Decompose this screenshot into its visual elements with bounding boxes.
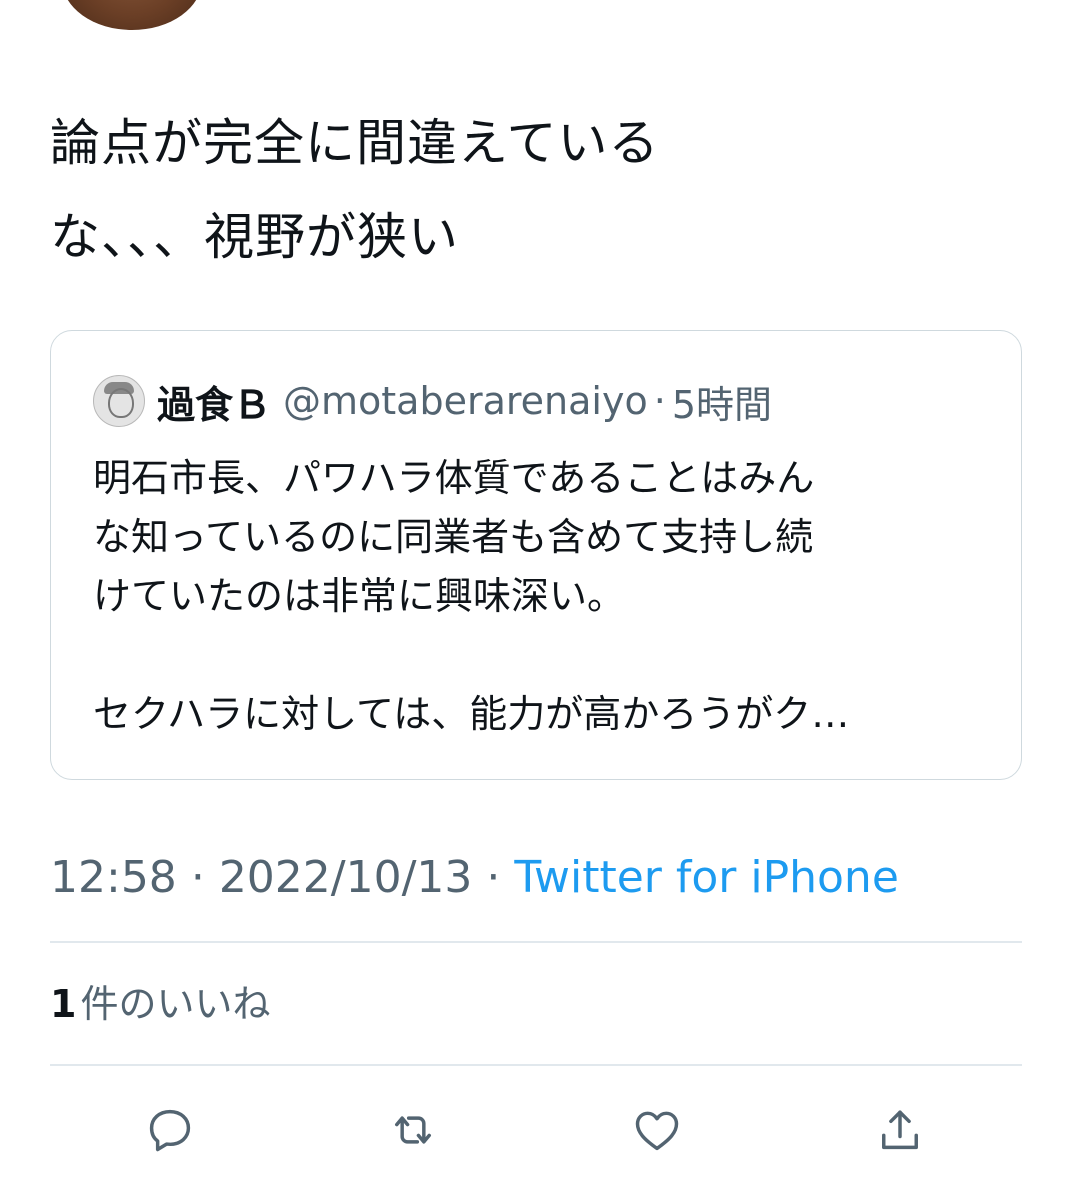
heart-icon xyxy=(635,1111,679,1151)
separator-dot: · xyxy=(190,852,205,903)
tweet-date: 2022/10/13 xyxy=(218,852,473,903)
quoted-body-line: 明石市長、パワハラ体質であることはみん xyxy=(93,456,815,500)
retweet-icon xyxy=(395,1116,431,1144)
quoted-body-line xyxy=(93,626,983,685)
likes-label: 件のいいね xyxy=(80,982,271,1026)
reply-button[interactable] xyxy=(140,1100,200,1160)
quoted-tweet[interactable]: 過食Ｂ @motaberarenaiyo · 5時間 明石市長、パワハラ体質であ… xyxy=(50,330,1022,780)
quoted-tweet-header: 過食Ｂ @motaberarenaiyo · 5時間 xyxy=(93,373,772,429)
quoted-author-name: 過食Ｂ xyxy=(157,382,272,427)
quoted-author-handle: @motaberarenaiyo xyxy=(283,379,648,423)
share-icon xyxy=(882,1110,918,1150)
quoted-body-line: セクハラに対しては、能力が高かろうがク… xyxy=(93,692,850,736)
tweet-actions-bar xyxy=(0,1100,1073,1160)
tweet-source-link[interactable]: Twitter for iPhone xyxy=(514,852,898,903)
tweet-detail: 論点が完全に間違えている な、、、視野が狭い 過食Ｂ @motaberarena… xyxy=(0,0,1073,1200)
quoted-body-line: けていたのは非常に興味深い。 xyxy=(93,574,626,618)
likes-summary[interactable]: 1 件のいいね xyxy=(50,978,270,1030)
share-button[interactable] xyxy=(870,1100,930,1160)
quoted-body-line: な知っているのに同業者も含めて支持し続 xyxy=(93,515,814,559)
tweet-text-line: 論点が完全に間違えている xyxy=(50,114,660,172)
separator-dot: · xyxy=(653,379,666,423)
divider xyxy=(50,1064,1022,1066)
tweet-time: 12:58 xyxy=(50,852,177,903)
likes-count: 1 xyxy=(50,982,77,1026)
retweet-button[interactable] xyxy=(383,1100,443,1160)
tweet-meta: 12:58 · 2022/10/13 · Twitter for iPhone xyxy=(50,850,899,906)
reply-icon xyxy=(149,1109,191,1152)
avatar-face-shape xyxy=(108,388,134,418)
tweet-text-line: な、、、視野が狭い xyxy=(50,208,459,266)
tweet-text: 論点が完全に間違えている な、、、視野が狭い xyxy=(50,96,1010,284)
separator-dot: · xyxy=(486,852,501,903)
like-button[interactable] xyxy=(627,1100,687,1160)
divider xyxy=(50,941,1022,943)
quoted-author-avatar xyxy=(93,375,145,427)
quoted-tweet-time: 5時間 xyxy=(671,382,772,427)
quoted-tweet-body: 明石市長、パワハラ体質であることはみん な知っているのに同業者も含めて支持し続 … xyxy=(93,449,983,744)
author-avatar[interactable] xyxy=(62,0,202,30)
